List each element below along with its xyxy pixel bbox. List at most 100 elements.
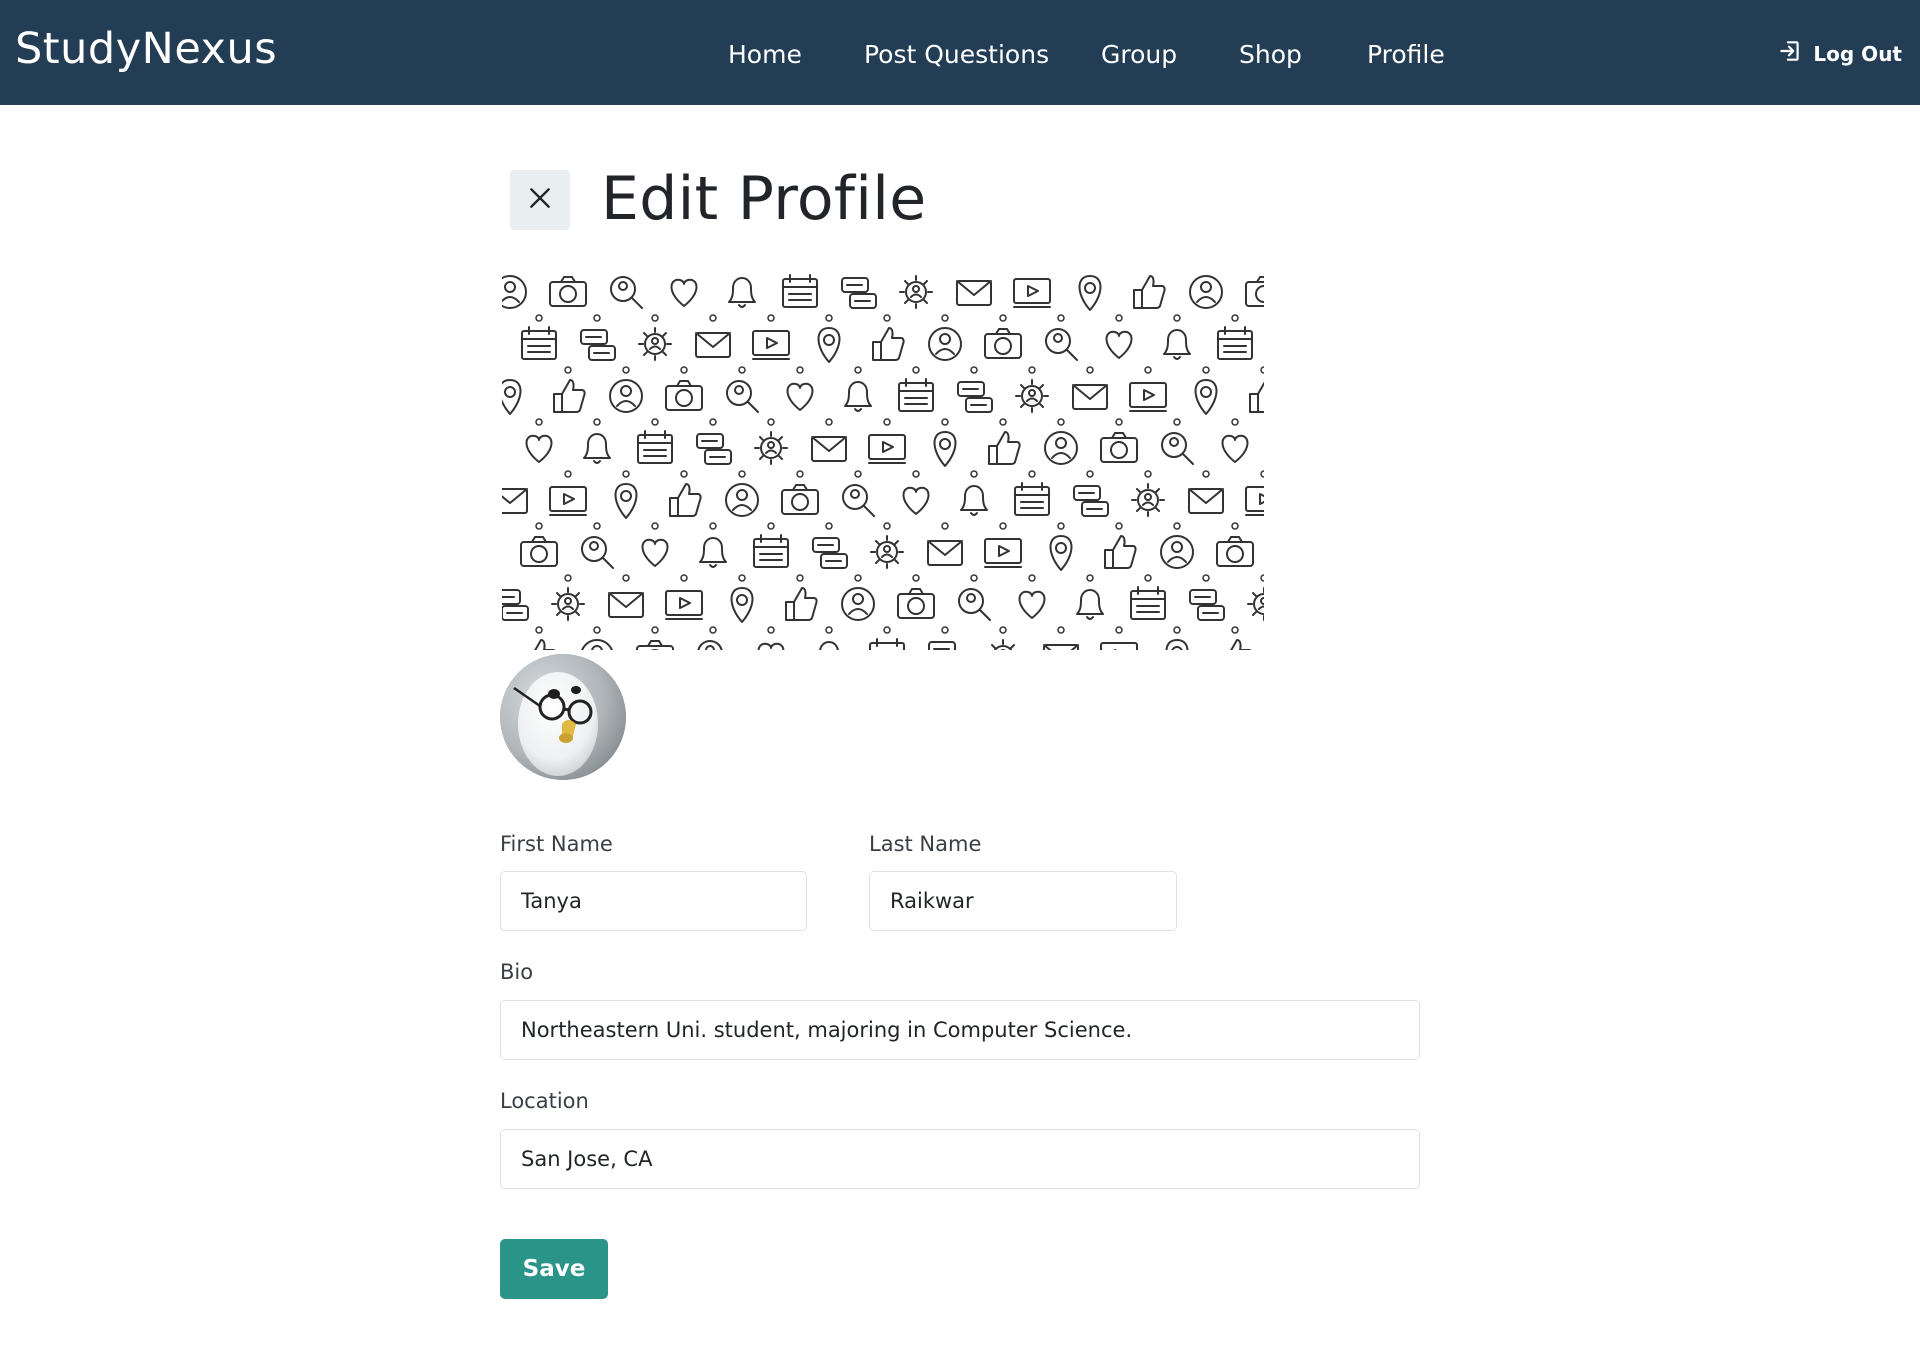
- banner-pattern-icon: [928, 641, 956, 650]
- banner-pattern-dot: [1086, 574, 1094, 582]
- banner-pattern-dot: [854, 366, 862, 374]
- banner-pattern-dot: [1115, 522, 1123, 530]
- location-input[interactable]: [500, 1129, 1420, 1189]
- banner-pattern-dot: [796, 574, 804, 582]
- save-button[interactable]: Save: [500, 1239, 608, 1299]
- banner-pattern-dot: [680, 470, 688, 478]
- banner-pattern-dot: [622, 470, 630, 478]
- bio-input[interactable]: [500, 1000, 1420, 1060]
- banner-pattern-dot: [738, 574, 746, 582]
- banner-pattern-icon: [609, 379, 643, 413]
- banner-pattern-icon: [1076, 589, 1104, 620]
- banner-pattern-icon: [786, 382, 814, 411]
- banner-pattern-dot: [941, 626, 949, 634]
- banner-pattern-icon: [728, 277, 756, 308]
- nav-item-profile[interactable]: Profile: [1367, 40, 1445, 69]
- nav-item-group[interactable]: Group: [1101, 40, 1177, 69]
- banner-pattern-icon: [699, 537, 727, 568]
- banner-pattern-icon: [1072, 384, 1108, 410]
- banner-pattern-dot: [1231, 522, 1239, 530]
- banner-pattern-dot: [854, 574, 862, 582]
- banner-pattern-icon: [817, 327, 841, 363]
- banner-pattern-dot: [912, 470, 920, 478]
- logout-button[interactable]: Log Out: [1777, 38, 1902, 69]
- banner-pattern-dot: [767, 418, 775, 426]
- banner-pattern-dot: [883, 418, 891, 426]
- banner-pattern-icon: [637, 430, 673, 464]
- banner-pattern-icon: [868, 434, 906, 464]
- banner-pattern-dot: [738, 366, 746, 374]
- banner-pattern-icon: [1015, 379, 1049, 413]
- banner-pattern-dot: [1057, 314, 1065, 322]
- logout-icon: [1777, 38, 1803, 69]
- banner-pattern-icon: [1249, 381, 1264, 413]
- banner-pattern-icon: [636, 640, 674, 650]
- banner-pattern-icon: [551, 587, 585, 621]
- banner-pattern-icon: [991, 639, 1015, 650]
- close-button[interactable]: [510, 170, 570, 230]
- banner-pattern-icon: [754, 431, 788, 465]
- banner-pattern-icon: [844, 381, 872, 412]
- banner-pattern-icon: [608, 592, 644, 618]
- banner-pattern-dot: [1231, 314, 1239, 322]
- banner-pattern-icon: [927, 540, 963, 566]
- banner-pattern-dot: [564, 366, 572, 374]
- banner-pattern-dot: [1057, 418, 1065, 426]
- banner-pattern-icon: [549, 276, 587, 307]
- banner-pattern-icon: [610, 276, 643, 309]
- banner-pattern-dot: [825, 418, 833, 426]
- banner-pattern-dot: [825, 314, 833, 322]
- banner-pattern-dot: [1115, 314, 1123, 322]
- nav-item-shop[interactable]: Shop: [1239, 40, 1302, 69]
- last-name-input[interactable]: [869, 871, 1177, 931]
- banner-pattern-icon: [753, 534, 789, 568]
- banner-pattern-icon: [1045, 328, 1078, 361]
- banner-pattern-dot: [535, 418, 543, 426]
- banner-pattern-dot: [854, 470, 862, 478]
- banner-pattern-dot: [1173, 626, 1181, 634]
- banner-pattern-dot: [883, 626, 891, 634]
- banner-pattern-icon: [1194, 379, 1218, 415]
- banner-pattern-dot: [1231, 418, 1239, 426]
- banner-pattern-dot: [796, 366, 804, 374]
- avatar[interactable]: [500, 654, 626, 780]
- banner-pattern-dot: [709, 314, 717, 322]
- banner-pattern-icon: [1104, 535, 1137, 569]
- banner-pattern-icon: [1014, 482, 1050, 516]
- nav-item-post-questions[interactable]: Post Questions: [864, 40, 1049, 69]
- banner-pattern-icon: [1131, 483, 1165, 517]
- banner-pattern-icon: [1161, 432, 1194, 465]
- banner-pattern-dot: [709, 522, 717, 530]
- banner-pattern-icon: [665, 590, 703, 620]
- banner-pattern: [502, 274, 1264, 650]
- banner-pattern-dot: [1086, 366, 1094, 374]
- banner-pattern-icon: [869, 638, 905, 650]
- first-name-input[interactable]: [500, 871, 807, 931]
- brand-logo[interactable]: StudyNexus: [15, 24, 277, 74]
- close-icon: [527, 185, 553, 215]
- nav-item-home[interactable]: Home: [728, 40, 802, 69]
- banner-pattern-dot: [999, 418, 1007, 426]
- banner-pattern-dot: [825, 522, 833, 530]
- banner-pattern-icon: [502, 488, 528, 514]
- banner-pattern-icon: [726, 380, 759, 413]
- banner-pattern-dot: [593, 522, 601, 530]
- banner-pattern-dot: [825, 626, 833, 634]
- banner-pattern-dot: [1202, 470, 1210, 478]
- banner-pattern-dot: [1260, 470, 1264, 478]
- banner-pattern-icon: [1105, 330, 1133, 359]
- banner-pattern-icon: [1160, 535, 1194, 569]
- banner-pattern-dot: [651, 314, 659, 322]
- banner-pattern-icon: [1018, 590, 1046, 619]
- banner-pattern-icon: [811, 436, 847, 462]
- banner-pattern-dot: [941, 418, 949, 426]
- banner-pattern-dot: [912, 574, 920, 582]
- banner-pattern-icon: [502, 275, 527, 309]
- profile-banner-image[interactable]: [502, 272, 1264, 650]
- banner-pattern-icon: [1078, 275, 1102, 311]
- banner-pattern-dot: [535, 626, 543, 634]
- banner-pattern-dot: [535, 314, 543, 322]
- banner-pattern-icon: [725, 483, 759, 517]
- banner-pattern-dot: [535, 522, 543, 530]
- banner-pattern-dot: [564, 470, 572, 478]
